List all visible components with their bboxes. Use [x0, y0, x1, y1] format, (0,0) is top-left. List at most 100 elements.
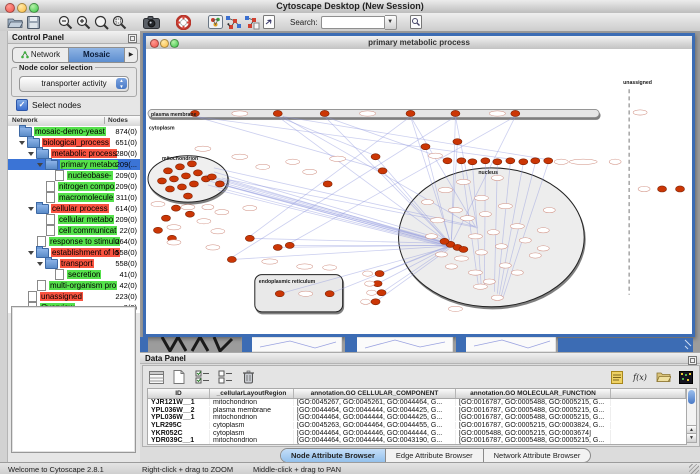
- birds-eye-view[interactable]: [11, 306, 136, 453]
- plugin-manager-icon[interactable]: [260, 14, 278, 30]
- tree-row-selected[interactable]: primary metabo209(...: [8, 159, 140, 170]
- save-session-icon[interactable]: [24, 14, 42, 30]
- table-row[interactable]: YPL036W__1mitochondrion[GO:0044464, GO:0…: [148, 414, 686, 422]
- select-nodes-label: Select nodes: [32, 100, 81, 110]
- tree-row[interactable]: establishment of lo558(0): [8, 247, 140, 258]
- tree-row[interactable]: transport558(0): [8, 258, 140, 269]
- select-nodes-checkbox[interactable]: ✓: [16, 99, 28, 111]
- network-leaf-icon: [46, 225, 55, 236]
- collapse-icon[interactable]: [37, 163, 43, 167]
- tab-node-attribute-browser[interactable]: Node Attribute Browser: [281, 449, 386, 462]
- network-view-window[interactable]: primary metabolic process plasma m: [143, 33, 695, 337]
- first-neighbors-icon[interactable]: [224, 14, 242, 30]
- tree-row[interactable]: cellular metabo209(0): [8, 214, 140, 225]
- collapse-icon[interactable]: [19, 141, 25, 145]
- zoom-selected-region-icon[interactable]: [110, 14, 128, 30]
- table-row[interactable]: YJR121W__1mitochondrion[GO:0045267, GO:0…: [148, 399, 686, 407]
- node-color-dropdown[interactable]: transporter activity ▲▼: [19, 76, 129, 92]
- formula-builder-icon[interactable]: f(x): [631, 370, 649, 385]
- table-row[interactable]: YPL036W__2plasma membrane[GO:0044464, GO…: [148, 407, 686, 415]
- search-dropdown-icon[interactable]: ▼: [385, 15, 397, 30]
- group-legend: Node color selection: [17, 63, 95, 72]
- network-leaf-icon: [46, 192, 55, 203]
- attribute-browser-tabs: Node Attribute Browser Edge Attribute Br…: [280, 448, 591, 463]
- network-tab-icon: [21, 51, 29, 59]
- network-tree: mosaic-demo-yeast874(0) biological_proce…: [8, 126, 140, 313]
- network-window-titlebar[interactable]: primary metabolic process: [146, 36, 692, 50]
- tab-edge-attribute-browser[interactable]: Edge Attribute Browser: [386, 449, 484, 462]
- folder-icon: [45, 259, 58, 269]
- network-canvas[interactable]: plasma membrane cytoplasm mitochondrion …: [146, 49, 692, 334]
- status-bar: Welcome to Cytoscape 2.8.1 Right-click +…: [0, 462, 700, 474]
- import-attributes-icon[interactable]: [654, 370, 672, 385]
- heatmap-icon[interactable]: [677, 370, 695, 385]
- table-row[interactable]: YKR052Ccytoplasm[GO:0044464, GO:0044446,…: [148, 429, 686, 437]
- tree-row[interactable]: unassigned223(0): [8, 291, 140, 302]
- mitochondrion-label: mitochondrion: [162, 156, 198, 162]
- attribute-batch-select-icon[interactable]: [193, 370, 211, 385]
- collapse-icon[interactable]: [28, 152, 34, 156]
- background-network-windows[interactable]: [140, 337, 700, 352]
- vizmapper-icon[interactable]: [206, 14, 224, 30]
- tree-row[interactable]: nucleobase-209(0): [8, 170, 140, 181]
- tree-row[interactable]: metabolic process280(0): [8, 148, 140, 159]
- control-panel: Control Panel Network Mosaic ▶ Node colo…: [8, 31, 141, 462]
- control-panel-tabs: Network Mosaic ▶: [12, 47, 138, 63]
- table-row[interactable]: YLR295Ccytoplasm[GO:0045263, GO:0044464,…: [148, 422, 686, 430]
- dropdown-stepper-icon[interactable]: ▲▼: [116, 78, 127, 89]
- scrollbar-thumb[interactable]: [688, 390, 695, 404]
- notes-icon[interactable]: [608, 370, 626, 385]
- tree-row[interactable]: cell communicat22(0): [8, 225, 140, 236]
- tab-network-label: Network: [31, 48, 60, 62]
- float-panel-icon[interactable]: [128, 34, 137, 43]
- window-resize-grip[interactable]: [689, 464, 699, 474]
- cytoplasm-label: cytoplasm: [149, 126, 175, 132]
- nucleus-label: nucleus: [478, 170, 498, 176]
- search-label: Search:: [290, 18, 318, 27]
- folder-icon: [45, 160, 58, 170]
- delete-attribute-icon[interactable]: [239, 370, 257, 385]
- network-leaf-icon: [46, 214, 55, 225]
- network-leaf-icon: [55, 170, 64, 181]
- tree-row[interactable]: multi-organism pro42(0): [8, 280, 140, 291]
- tree-row[interactable]: nitrogen compo209(0): [8, 181, 140, 192]
- network-leaf-icon: [46, 181, 55, 192]
- tree-row[interactable]: response to stimulu264(0): [8, 236, 140, 247]
- create-attribute-icon[interactable]: [170, 370, 188, 385]
- export-snapshot-icon[interactable]: [142, 14, 160, 30]
- window-titlebar: Cytoscape Desktop (New Session): [0, 0, 700, 14]
- enhanced-search-icon[interactable]: [407, 14, 425, 30]
- zoom-fit-icon[interactable]: [92, 14, 110, 30]
- attribute-table-header[interactable]: ID _cellularLayoutRegion annotation.GO C…: [148, 389, 686, 399]
- panel-divider-grip[interactable]: [0, 31, 8, 462]
- collapse-icon[interactable]: [28, 251, 34, 255]
- table-row[interactable]: YDR039C__1mitochondrion[GO:0044464, GO:0…: [148, 437, 686, 445]
- tab-network-attribute-browser[interactable]: Network Attribute Browser: [484, 449, 591, 462]
- unassigned-label: unassigned: [623, 80, 652, 86]
- table-scrollbar[interactable]: ▲ ▼: [686, 388, 697, 443]
- collapse-icon[interactable]: [37, 262, 43, 266]
- region-shapes: [148, 89, 629, 312]
- network-modification-icon[interactable]: [242, 14, 260, 30]
- zoom-in-icon[interactable]: [74, 14, 92, 30]
- attribute-table[interactable]: ID _cellularLayoutRegion annotation.GO C…: [147, 388, 687, 445]
- attribute-batch-unselect-icon[interactable]: [216, 370, 234, 385]
- status-zoom-hint: Right-click + drag to ZOOM: [142, 465, 233, 474]
- tree-row[interactable]: secretion41(0): [8, 269, 140, 280]
- help-icon[interactable]: [174, 14, 192, 30]
- tree-row[interactable]: cellular process614(0): [8, 203, 140, 214]
- tree-row[interactable]: macromolecule311(0): [8, 192, 140, 203]
- select-attributes-icon[interactable]: [147, 370, 165, 385]
- collapse-icon[interactable]: [28, 207, 34, 211]
- tab-network[interactable]: Network: [13, 48, 69, 62]
- data-panel-title: Data Panel: [145, 354, 186, 363]
- open-file-icon[interactable]: [6, 14, 24, 30]
- float-panel-icon[interactable]: [688, 356, 697, 365]
- control-panel-header: Control Panel: [8, 31, 140, 44]
- tab-overflow-icon[interactable]: ▶: [125, 48, 137, 62]
- zoom-out-icon[interactable]: [56, 14, 74, 30]
- tab-mosaic[interactable]: Mosaic: [69, 48, 125, 62]
- search-input[interactable]: [321, 16, 385, 29]
- tree-row[interactable]: biological_process651(0): [8, 137, 140, 148]
- scroll-down-icon[interactable]: ▼: [687, 433, 696, 442]
